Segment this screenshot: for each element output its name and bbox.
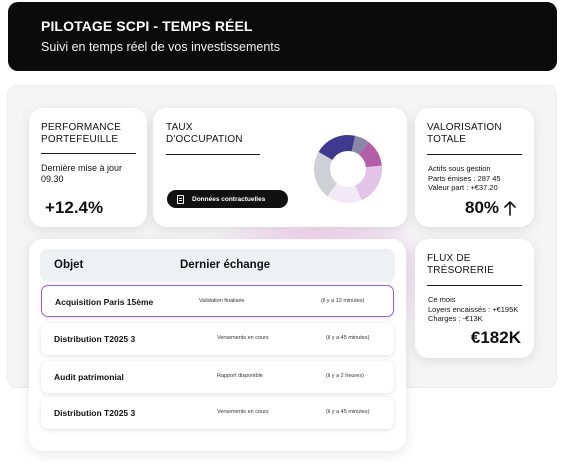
divider: [41, 153, 136, 154]
valuation-line: Valeur part : +€37.20: [428, 183, 498, 192]
performance-value: +12.4%: [45, 198, 104, 217]
row-object: Distribution T2025 3: [54, 334, 136, 344]
divider: [166, 154, 260, 155]
cashflow-line: Loyers encaissés : +€195K: [428, 304, 519, 314]
contract-data-button[interactable]: Données contractuelles: [167, 190, 288, 208]
valuation-value-group: 80%: [465, 198, 516, 218]
divider: [427, 154, 522, 155]
arrow-up-icon: [504, 201, 516, 216]
row-time: (il y a 12 minutes): [321, 298, 365, 304]
valuation-value: 80%: [465, 198, 500, 217]
performance-card: PERFORMANCE PORTEFEUILLE Dernière mise à…: [29, 108, 147, 227]
column-header-object: Objet: [54, 259, 84, 271]
occupation-label: TAUX D'OCCUPATION: [166, 122, 243, 145]
last-update-text: Dernière mise à jour 09.30: [41, 163, 123, 184]
row-status: Versements en cours: [217, 335, 269, 341]
cashflow-details: Ce mois Loyers encaissés : +€195K Charge…: [428, 295, 518, 324]
cashflow-line: Charges : -€13K: [428, 314, 483, 323]
valuation-line: Parts émises : 287 45: [428, 173, 501, 183]
valuation-details: Actifs sous gestion Parts émises : 287 4…: [428, 164, 501, 193]
row-time: (il y a 2 heures): [326, 373, 364, 379]
table-row[interactable]: Audit patrimonial Rapport disponible (il…: [41, 361, 394, 393]
table-row[interactable]: Distribution T2025 3 Versements en cours…: [41, 397, 394, 429]
contract-data-button-label: Données contractuelles: [192, 195, 266, 203]
table-row[interactable]: Acquisition Paris 15ème Validation final…: [41, 285, 394, 317]
valuation-card: VALORISATION TOTALE Actifs sous gestion …: [415, 108, 534, 227]
valuation-line: Actifs sous gestion: [428, 164, 491, 173]
page-subtitle: Suivi en temps réel de vos investissemen…: [41, 40, 280, 54]
row-time: (il y a 45 minutes): [326, 409, 370, 415]
cashflow-label: FLUX DE TRÉSORERIE: [427, 253, 495, 276]
occupation-donut-chart: [314, 135, 382, 203]
document-icon: [177, 194, 184, 204]
divider: [427, 285, 522, 286]
row-object: Audit patrimonial: [54, 372, 124, 382]
valuation-label: VALORISATION TOTALE: [427, 122, 502, 145]
occupation-card: TAUX D'OCCUPATION Données contractuelles: [153, 108, 407, 227]
row-status: Rapport disponible: [217, 373, 263, 379]
row-time: (il y a 45 minutes): [326, 335, 370, 341]
row-status: Validation finalisée: [199, 298, 245, 304]
cashflow-value: €182K: [470, 328, 521, 347]
page-title: PILOTAGE SCPI - TEMPS RÉEL: [41, 18, 253, 34]
column-header-last-exchange: Dernier échange: [180, 259, 271, 271]
table-header: Objet Dernier échange: [40, 249, 395, 282]
table-row[interactable]: Distribution T2025 3 Versements en cours…: [41, 323, 394, 355]
row-status: Versements en cours: [217, 409, 269, 415]
page-header: PILOTAGE SCPI - TEMPS RÉEL Suivi en temp…: [8, 2, 557, 71]
cashflow-line: Ce mois: [428, 295, 456, 304]
performance-label: PERFORMANCE PORTEFEUILLE: [41, 122, 121, 145]
row-object: Distribution T2025 3: [54, 408, 136, 418]
row-object: Acquisition Paris 15ème: [55, 297, 154, 307]
cashflow-card: FLUX DE TRÉSORERIE Ce mois Loyers encais…: [415, 239, 534, 358]
exchanges-table: Objet Dernier échange Acquisition Paris …: [29, 239, 406, 451]
